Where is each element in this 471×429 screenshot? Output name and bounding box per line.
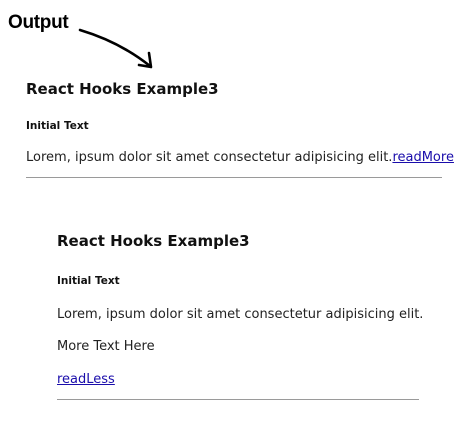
demo-collapsed: React Hooks Example3 Initial Text Lorem,… [26, 76, 454, 178]
demo-expanded: React Hooks Example3 Initial Text Lorem,… [57, 230, 424, 400]
divider [26, 177, 442, 178]
read-less-link[interactable]: readLess [57, 372, 115, 387]
output-annotation: Output [0, 0, 471, 80]
body-paragraph: Lorem, ipsum dolor sit amet consectetur … [26, 150, 454, 165]
page-title: React Hooks Example3 [57, 232, 250, 250]
divider [57, 399, 419, 400]
pointer-arrow-icon [78, 28, 153, 69]
body-text: Lorem, ipsum dolor sit amet consectetur … [26, 150, 393, 165]
read-more-link[interactable]: readMore [392, 150, 454, 165]
more-text-paragraph: More Text Here [57, 339, 155, 354]
section-subtitle: Initial Text [57, 275, 120, 287]
section-subtitle: Initial Text [26, 120, 89, 132]
body-paragraph: Lorem, ipsum dolor sit amet consectetur … [57, 307, 424, 322]
read-less-paragraph: readLess [57, 372, 419, 387]
page-title: React Hooks Example3 [26, 80, 219, 98]
